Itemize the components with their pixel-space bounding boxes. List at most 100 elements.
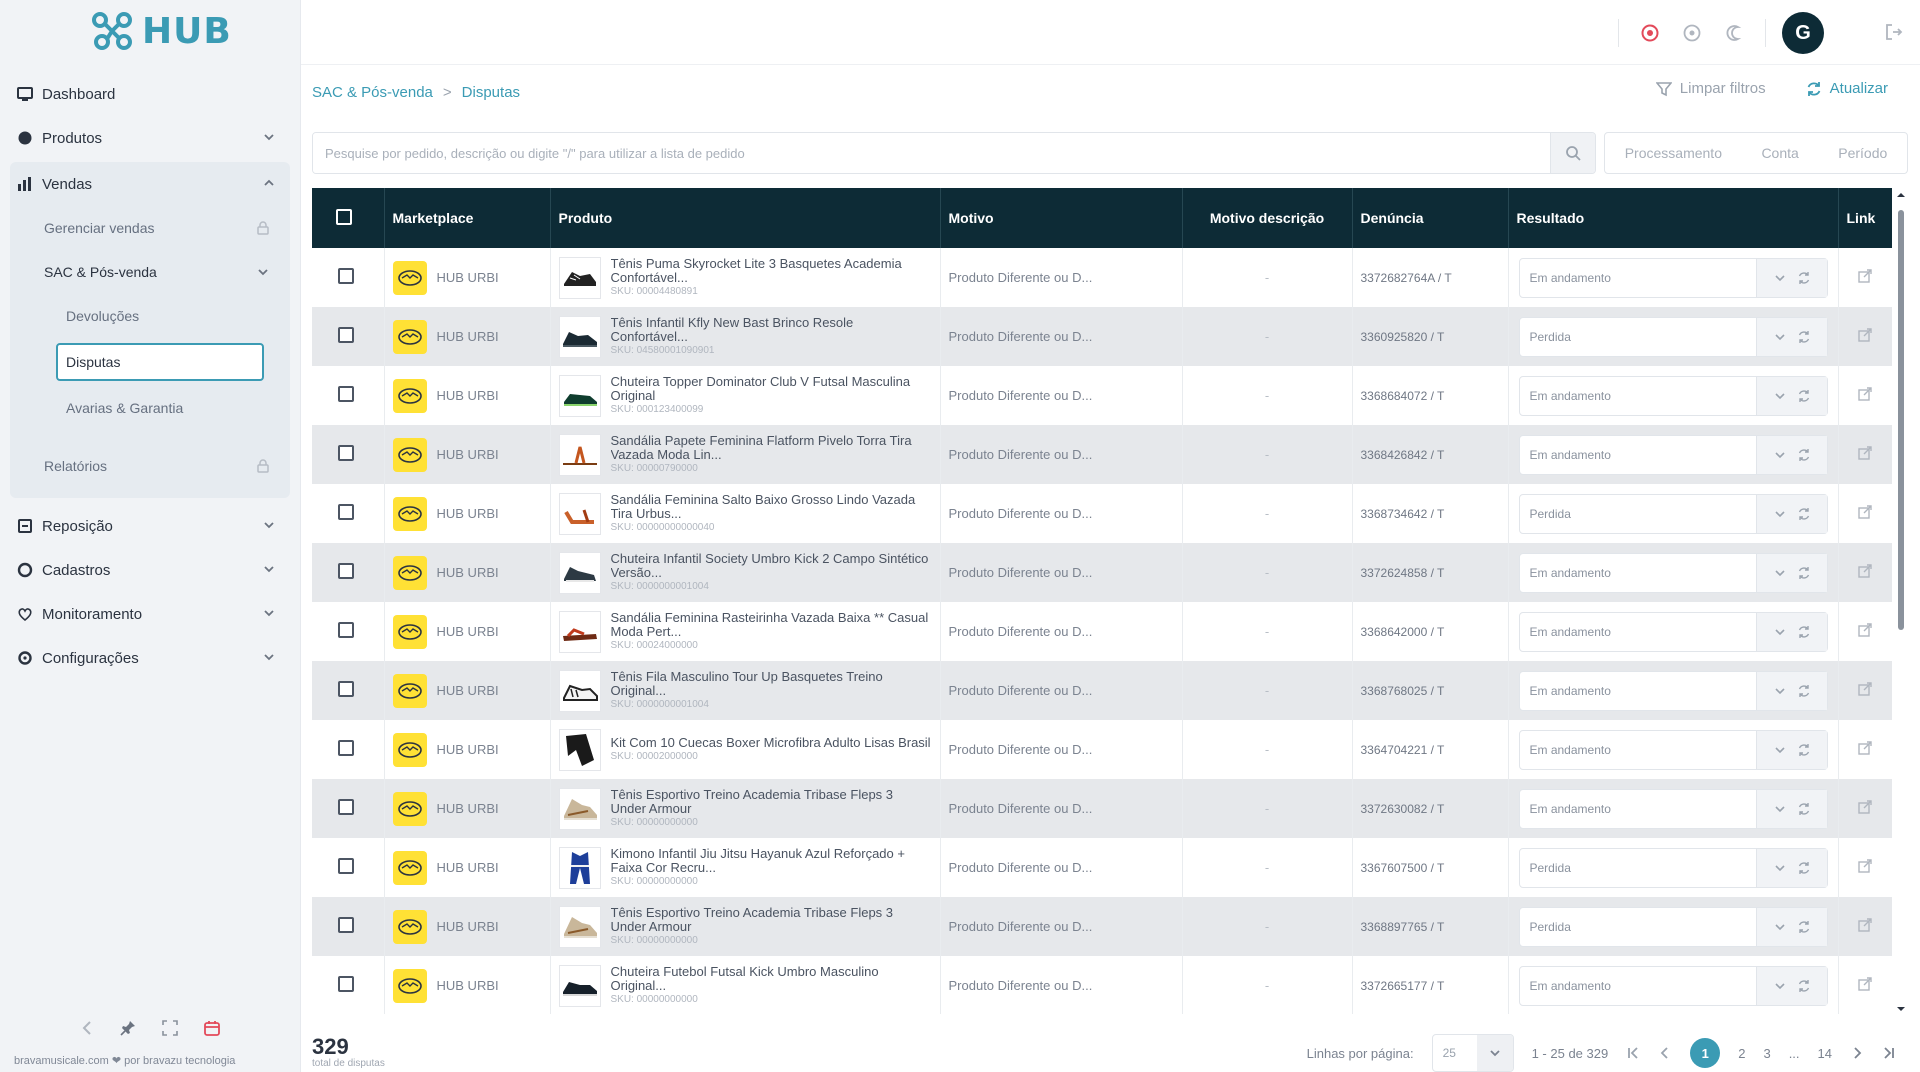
column-header-marketplace[interactable]: Marketplace bbox=[384, 188, 551, 248]
product-thumbnail[interactable] bbox=[558, 433, 601, 476]
filter-tab-periodo[interactable]: Período bbox=[1838, 145, 1887, 161]
table-row[interactable]: HUB URBI Tênis Puma Skyrocket Lite 3 Bas… bbox=[312, 248, 1892, 307]
sidebar-item-vendas[interactable]: Vendas bbox=[10, 162, 290, 206]
external-link-icon[interactable] bbox=[1858, 328, 1872, 342]
product-thumbnail[interactable] bbox=[558, 669, 601, 712]
page-button[interactable]: 14 bbox=[1818, 1046, 1832, 1061]
product-thumbnail[interactable] bbox=[558, 315, 601, 358]
resultado-select[interactable]: Em andamento bbox=[1518, 611, 1828, 652]
filter-tab-processamento[interactable]: Processamento bbox=[1625, 145, 1722, 161]
sidebar-item-configuracoes[interactable]: Configurações bbox=[10, 636, 290, 680]
breadcrumb-parent[interactable]: SAC & Pós-venda bbox=[312, 84, 433, 101]
external-link-icon[interactable] bbox=[1858, 446, 1872, 460]
first-page-icon[interactable] bbox=[1626, 1046, 1640, 1060]
resultado-select[interactable]: Em andamento bbox=[1518, 434, 1828, 475]
product-name[interactable]: Sandália Feminina Salto Baixo Grosso Lin… bbox=[611, 493, 916, 521]
column-header-motivo-descricao[interactable]: Motivo descrição bbox=[1182, 188, 1353, 248]
sidebar-item-cadastros[interactable]: Cadastros bbox=[10, 548, 290, 592]
row-checkbox[interactable] bbox=[338, 386, 354, 402]
row-checkbox[interactable] bbox=[338, 976, 354, 992]
product-name[interactable]: Tênis Esportivo Treino Academia Tribase … bbox=[611, 788, 894, 816]
chevron-down-icon[interactable] bbox=[1773, 979, 1787, 993]
product-name[interactable]: Chuteira Topper Dominator Club V Futsal … bbox=[611, 375, 911, 403]
last-page-icon[interactable] bbox=[1882, 1046, 1896, 1060]
refresh-button[interactable]: Atualizar bbox=[1806, 80, 1888, 97]
row-checkbox[interactable] bbox=[338, 622, 354, 638]
row-checkbox[interactable] bbox=[338, 268, 354, 284]
external-link-icon[interactable] bbox=[1858, 564, 1872, 578]
collapse-icon[interactable] bbox=[80, 1020, 94, 1036]
product-thumbnail[interactable] bbox=[558, 374, 601, 417]
product-name[interactable]: Tênis Puma Skyrocket Lite 3 Basquetes Ac… bbox=[611, 257, 902, 285]
denuncia-cell[interactable]: 3368734642 / T bbox=[1352, 484, 1509, 543]
table-row[interactable]: HUB URBI Tênis Esportivo Treino Academia… bbox=[312, 897, 1892, 956]
denuncia-cell[interactable]: 3368426842 / T bbox=[1352, 425, 1509, 484]
page-button-active[interactable]: 1 bbox=[1690, 1038, 1721, 1068]
table-row[interactable]: HUB URBI Chuteira Futebol Futsal Kick Um… bbox=[312, 956, 1892, 1014]
select-all-checkbox[interactable] bbox=[336, 208, 352, 225]
external-link-icon[interactable] bbox=[1858, 623, 1872, 637]
chevron-down-icon[interactable] bbox=[1773, 743, 1787, 757]
clear-filters-button[interactable]: Limpar filtros bbox=[1655, 80, 1766, 97]
sidebar-item-avarias[interactable]: Avarias & Garantia bbox=[10, 386, 290, 430]
column-header-motivo[interactable]: Motivo bbox=[940, 188, 1183, 248]
product-thumbnail[interactable] bbox=[558, 905, 601, 948]
sidebar-item-reposicao[interactable]: Reposição bbox=[10, 504, 290, 548]
chevron-down-icon[interactable] bbox=[1773, 330, 1787, 344]
product-name[interactable]: Chuteira Infantil Society Umbro Kick 2 C… bbox=[611, 552, 929, 580]
help-button[interactable] bbox=[1671, 12, 1713, 54]
external-link-icon[interactable] bbox=[1858, 269, 1872, 283]
sidebar-item-gerenciar-vendas[interactable]: Gerenciar vendas bbox=[10, 206, 290, 250]
chevron-down-icon[interactable] bbox=[1773, 389, 1787, 403]
sidebar-item-dashboard[interactable]: Dashboard bbox=[10, 72, 290, 116]
sync-icon[interactable] bbox=[1797, 566, 1811, 580]
denuncia-cell[interactable]: 3372682764A / T bbox=[1352, 248, 1509, 307]
resultado-select[interactable]: Em andamento bbox=[1518, 257, 1828, 298]
external-link-icon[interactable] bbox=[1858, 505, 1872, 519]
filter-tab-conta[interactable]: Conta bbox=[1761, 145, 1798, 161]
hub-logo[interactable]: HUB bbox=[90, 10, 232, 52]
sync-icon[interactable] bbox=[1797, 330, 1811, 344]
row-checkbox[interactable] bbox=[338, 917, 354, 933]
external-link-icon[interactable] bbox=[1858, 977, 1872, 991]
sidebar-item-disputas[interactable]: Disputas bbox=[56, 343, 264, 381]
chevron-down-icon[interactable] bbox=[1773, 802, 1787, 816]
external-link-icon[interactable] bbox=[1858, 387, 1872, 401]
denuncia-cell[interactable]: 3367607500 / T bbox=[1352, 838, 1509, 897]
external-link-icon[interactable] bbox=[1858, 859, 1872, 873]
product-name[interactable]: Kit Com 10 Cuecas Boxer Microfibra Adult… bbox=[611, 736, 931, 750]
chevron-down-icon[interactable] bbox=[1773, 448, 1787, 462]
table-scrollbar[interactable] bbox=[1896, 188, 1906, 1014]
product-name[interactable]: Tênis Esportivo Treino Academia Tribase … bbox=[611, 906, 894, 934]
table-row[interactable]: HUB URBI Sandália Feminina Salto Baixo G… bbox=[312, 484, 1892, 543]
row-checkbox[interactable] bbox=[338, 858, 354, 874]
resultado-select[interactable]: Perdida bbox=[1518, 906, 1828, 947]
table-row[interactable]: HUB URBI Tênis Fila Masculino Tour Up Ba… bbox=[312, 661, 1892, 720]
resultado-select[interactable]: Perdida bbox=[1518, 847, 1828, 888]
sync-icon[interactable] bbox=[1797, 684, 1811, 698]
rows-per-page-select[interactable]: 25 bbox=[1431, 1034, 1514, 1072]
external-link-icon[interactable] bbox=[1858, 918, 1872, 932]
external-link-icon[interactable] bbox=[1858, 682, 1872, 696]
table-row[interactable]: HUB URBI Sandália Feminina Rasteirinha V… bbox=[312, 602, 1892, 661]
table-row[interactable]: HUB URBI Chuteira Topper Dominator Club … bbox=[312, 366, 1892, 425]
column-header-denuncia[interactable]: Denúncia bbox=[1352, 188, 1509, 248]
table-row[interactable]: HUB URBI Chuteira Infantil Society Umbro… bbox=[312, 543, 1892, 602]
search-input[interactable] bbox=[313, 133, 1550, 173]
calendar-icon[interactable] bbox=[204, 1020, 220, 1036]
chevron-down-icon[interactable] bbox=[1773, 920, 1787, 934]
denuncia-cell[interactable]: 3360925820 / T bbox=[1352, 307, 1509, 366]
sync-icon[interactable] bbox=[1797, 271, 1811, 285]
table-row[interactable]: HUB URBI Kit Com 10 Cuecas Boxer Microfi… bbox=[312, 720, 1892, 779]
resultado-select[interactable]: Em andamento bbox=[1518, 670, 1828, 711]
denuncia-cell[interactable]: 3368642000 / T bbox=[1352, 602, 1509, 661]
product-thumbnail[interactable] bbox=[558, 492, 601, 535]
page-button[interactable]: 2 bbox=[1738, 1046, 1745, 1061]
denuncia-cell[interactable]: 3372630082 / T bbox=[1352, 779, 1509, 838]
column-header-link[interactable]: Link bbox=[1838, 188, 1892, 248]
sync-icon[interactable] bbox=[1797, 625, 1811, 639]
logout-button[interactable] bbox=[1884, 22, 1904, 47]
resultado-select[interactable]: Perdida bbox=[1518, 316, 1828, 357]
scroll-thumb[interactable] bbox=[1898, 210, 1904, 630]
external-link-icon[interactable] bbox=[1858, 800, 1872, 814]
